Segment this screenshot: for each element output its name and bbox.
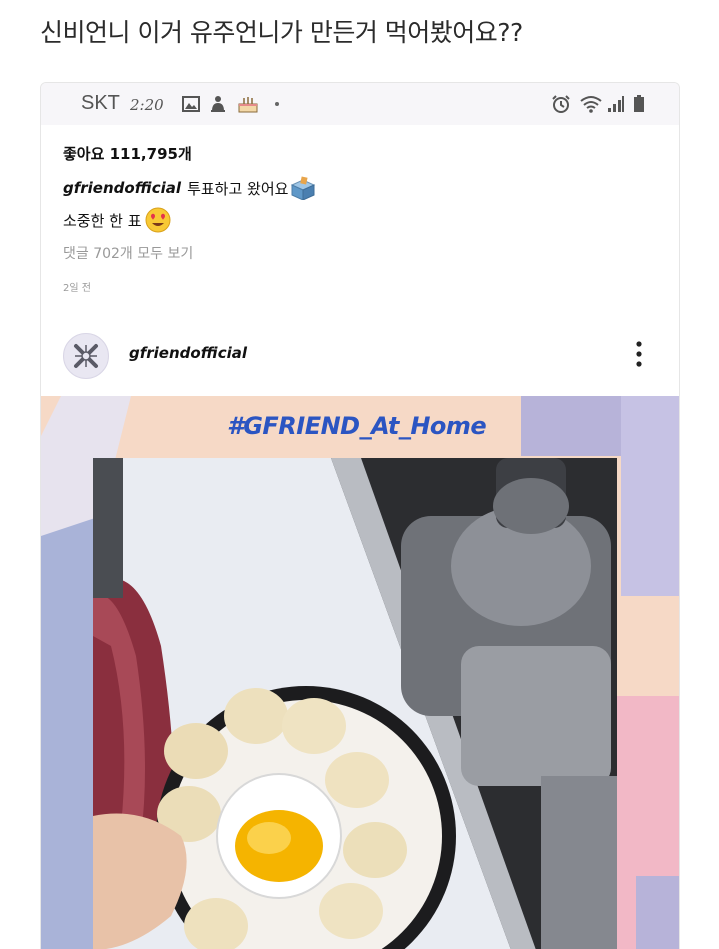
alarm-icon [552,95,570,113]
phone-status-bar: SKT 2:20 [41,83,679,125]
notification-dot [275,102,279,106]
cake-icon [238,97,258,113]
post-image[interactable]: #GFRIEND_At_Home [41,396,679,949]
clock-label: 2:20 [130,96,164,114]
likes-count[interactable]: 좋아요 111,795개 [63,143,192,164]
post-date: 2일 전 [63,283,91,294]
wifi-icon [580,96,602,113]
caption-line: gfriendofficial 투표하고 왔어요 [63,176,316,200]
caption-text-2: 소중한 한 표 [63,211,142,230]
caption-line-2: 소중한 한 표 [63,207,171,233]
caption-username[interactable]: gfriendofficial [63,179,181,197]
embedded-screenshot: SKT 2:20 좋아요 111,795개 gfriendofficial 투표… [40,82,680,949]
caption-text: 투표하고 왔어요 [187,179,289,198]
view-all-comments-link[interactable]: 댓글 702개 모두 보기 [63,243,193,263]
carrier-label: SKT [81,92,120,114]
post-title: 신비언니 이거 유주언니가 만든거 먹어봤어요?? [40,18,523,47]
heart-eyes-emoji-icon [145,207,171,233]
ballot-box-icon [291,176,316,200]
food-photo [41,396,679,949]
post-header: gfriendofficial [41,327,679,383]
post-username[interactable]: gfriendofficial [129,344,247,362]
more-options-icon[interactable] [627,339,651,371]
gfriend-logo-icon [74,344,98,368]
image-hashtag: #GFRIEND_At_Home [227,412,487,440]
signal-icon [608,96,624,112]
avatar[interactable] [63,333,109,379]
image-icon [182,96,200,112]
bell-icon [211,96,225,112]
battery-icon [634,95,644,112]
